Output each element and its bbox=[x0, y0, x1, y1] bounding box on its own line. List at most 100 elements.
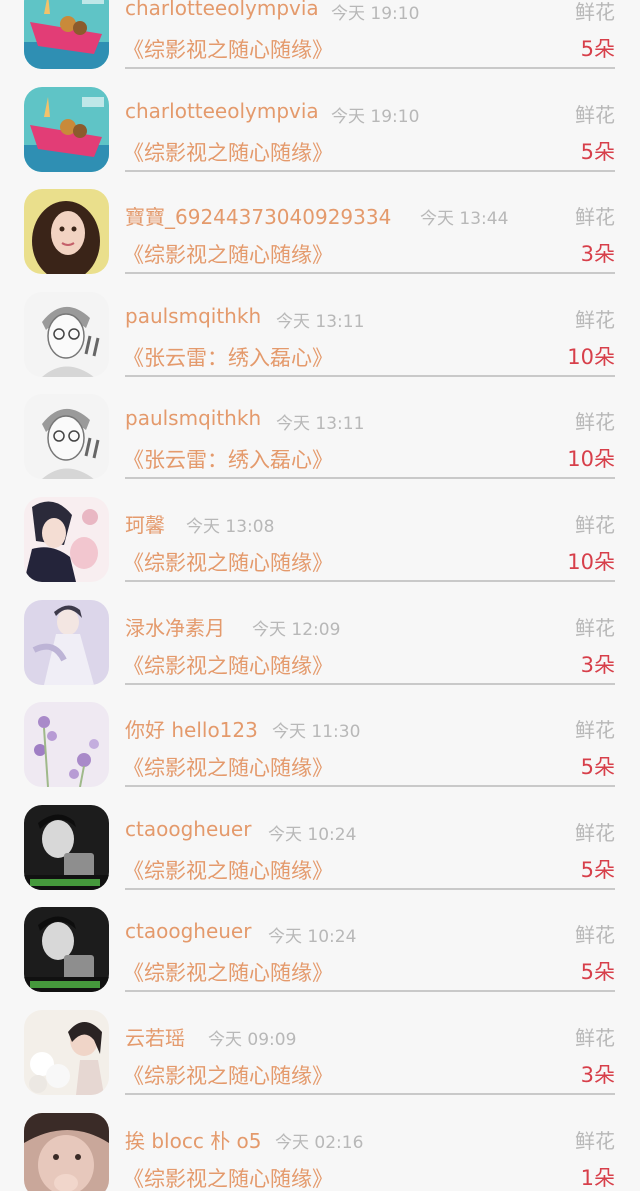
gift-type: 鲜花 bbox=[575, 102, 615, 127]
book-title-link[interactable]: 《综影视之随心随缘》 bbox=[123, 957, 333, 987]
avatar[interactable] bbox=[24, 702, 109, 787]
book-title-link[interactable]: 《综影视之随心随缘》 bbox=[123, 855, 333, 885]
book-title-link[interactable]: 《综影视之随心随缘》 bbox=[123, 650, 333, 680]
book-title-link[interactable]: 《综影视之随心随缘》 bbox=[123, 752, 333, 782]
user-name[interactable]: 云若瑶 bbox=[125, 1022, 185, 1051]
gift-count: 3朵 bbox=[580, 652, 615, 677]
flowers-woman-icon bbox=[24, 1010, 109, 1095]
bw-photo-icon bbox=[24, 805, 109, 890]
timestamp: 今天 19:10 bbox=[331, 4, 420, 24]
timestamp: 今天 13:44 bbox=[420, 209, 509, 230]
avatar[interactable] bbox=[24, 292, 109, 377]
avatar[interactable] bbox=[24, 805, 109, 890]
user-name[interactable]: 寶寶_69244373040929334 bbox=[125, 201, 391, 230]
lavender-icon bbox=[24, 702, 109, 787]
list-item[interactable]: paulsmqithkh 今天 13:11 鲜花 《张云雷：绣入磊心》 10朵 bbox=[0, 394, 640, 496]
timestamp: 今天 13:08 bbox=[186, 517, 275, 537]
divider bbox=[125, 1093, 615, 1095]
gift-type: 鲜花 bbox=[575, 307, 615, 332]
divider bbox=[125, 580, 615, 582]
timestamp: 今天 10:24 bbox=[268, 824, 357, 845]
divider bbox=[125, 169, 615, 172]
divider bbox=[125, 272, 615, 275]
book-title-link[interactable]: 《张云雷：绣入磊心》 bbox=[123, 342, 333, 372]
user-name[interactable]: 渌水净素月 bbox=[125, 612, 225, 641]
timestamp: 今天 10:24 bbox=[268, 927, 357, 948]
list-item[interactable]: 珂馨 今天 13:08 鲜花 《综影视之随心随缘》 10朵 bbox=[0, 497, 640, 599]
gift-type: 鲜花 bbox=[575, 820, 615, 845]
pink-boat-icon bbox=[24, 0, 109, 69]
list-item[interactable]: paulsmqithkh 今天 13:11 鲜花《张云雷：绣入磊心》 10朵 bbox=[0, 292, 640, 394]
book-title-link[interactable]: 《综影视之随心随缘》 bbox=[123, 1163, 333, 1191]
avatar[interactable] bbox=[24, 1010, 109, 1095]
avatar[interactable] bbox=[24, 189, 109, 274]
user-name[interactable]: paulsmqithkh bbox=[125, 406, 261, 430]
avatar[interactable] bbox=[24, 87, 109, 172]
gift-type: 鲜花 bbox=[575, 615, 615, 640]
gift-type: 鲜花 bbox=[575, 1026, 615, 1050]
timestamp: 今天 09:09 bbox=[208, 1030, 297, 1050]
gift-count: 5朵 bbox=[580, 139, 615, 164]
user-name[interactable]: 珂馨 bbox=[125, 509, 165, 538]
selfie-icon bbox=[24, 1113, 109, 1191]
timestamp: 今天 11:30 bbox=[272, 722, 361, 743]
user-name[interactable]: paulsmqithkh bbox=[125, 304, 261, 328]
user-name[interactable]: 你好 hello123 bbox=[125, 714, 258, 743]
sketch-boy-icon bbox=[24, 292, 109, 377]
timestamp: 今天 13:11 bbox=[276, 414, 365, 435]
gift-count: 10朵 bbox=[567, 344, 615, 369]
book-title-link[interactable]: 《综影视之随心随缘》 bbox=[123, 34, 333, 64]
gift-type: 鲜花 bbox=[575, 410, 615, 435]
user-name[interactable]: ctaoogheuer bbox=[125, 919, 251, 943]
gift-record-list: charlotteeolympvia 今天 19:10 鲜花 《综影视之随心随缘》 5朵… bbox=[0, 0, 640, 1191]
gift-type: 鲜花 bbox=[575, 0, 615, 24]
book-title-link[interactable]: 《张云雷：绣入磊心》 bbox=[123, 444, 333, 474]
avatar[interactable] bbox=[24, 394, 109, 479]
avatar[interactable] bbox=[24, 497, 109, 582]
timestamp: 今天 12:09 bbox=[252, 619, 341, 640]
gift-count: 5朵 bbox=[580, 960, 615, 985]
gift-count: 3朵 bbox=[580, 242, 615, 267]
gift-count: 3朵 bbox=[580, 1063, 615, 1087]
list-item[interactable]: 云若瑶 今天 09:09 鲜花《综影视之随心随缘》 3朵 bbox=[0, 1010, 640, 1112]
avatar[interactable] bbox=[24, 0, 109, 69]
divider bbox=[125, 477, 615, 480]
divider bbox=[125, 374, 615, 377]
book-title-link[interactable]: 《综影视之随心随缘》 bbox=[123, 137, 333, 167]
list-item[interactable]: 寶寶_69244373040929334 今天 13:44 鲜花《综影视之随心随缘》… bbox=[0, 189, 640, 291]
list-item[interactable]: 渌水净素月 今天 12:09 鲜花《综影视之随心随缘》 3朵 bbox=[0, 600, 640, 702]
anime-couple-icon bbox=[24, 497, 109, 582]
book-title-link[interactable]: 《综影视之随心随缘》 bbox=[123, 1060, 333, 1090]
divider bbox=[125, 682, 615, 685]
user-name[interactable]: 挨 blocc 朴 o5 bbox=[125, 1125, 262, 1154]
book-title-link[interactable]: 《综影视之随心随缘》 bbox=[123, 547, 333, 577]
woman-portrait-icon bbox=[24, 189, 109, 274]
user-name[interactable]: ctaoogheuer bbox=[125, 817, 251, 841]
gift-count: 5朵 bbox=[580, 857, 615, 882]
list-item[interactable]: 你好 hello123 今天 11:30 鲜花 《综影视之随心随缘》 5朵 bbox=[0, 702, 640, 804]
timestamp: 今天 02:16 bbox=[275, 1132, 364, 1153]
list-item[interactable]: 挨 blocc 朴 o5 今天 02:16 鲜花 《综影视之随心随缘》 1朵 bbox=[0, 1113, 640, 1191]
pink-boat-icon bbox=[24, 87, 109, 172]
timestamp: 今天 13:11 bbox=[276, 311, 365, 332]
gift-count: 5朵 bbox=[580, 755, 615, 780]
timestamp: 今天 19:10 bbox=[331, 106, 420, 127]
book-title-link[interactable]: 《综影视之随心随缘》 bbox=[123, 239, 333, 269]
divider bbox=[125, 887, 615, 890]
avatar[interactable] bbox=[24, 1113, 109, 1191]
divider bbox=[125, 785, 615, 788]
list-item[interactable]: ctaoogheuer 今天 10:24 鲜花《综影视之随心随缘》 5朵 bbox=[0, 907, 640, 1009]
list-item[interactable]: charlotteeolympvia 今天 19:10 鲜花 《综影视之随心随缘》 5朵 bbox=[0, 0, 640, 86]
user-name[interactable]: charlotteeolympvia bbox=[125, 0, 319, 20]
sketch-boy-icon bbox=[24, 394, 109, 479]
list-item[interactable]: charlotteeolympvia 今天 19:10 鲜花《综影视之随心随缘》 5朵 bbox=[0, 87, 640, 189]
list-item[interactable]: ctaoogheuer 今天 10:24 鲜花《综影视之随心随缘》 5朵 bbox=[0, 805, 640, 907]
user-name[interactable]: charlotteeolympvia bbox=[125, 99, 319, 123]
gift-type: 鲜花 bbox=[575, 1128, 615, 1153]
gift-type: 鲜花 bbox=[575, 923, 615, 948]
avatar[interactable] bbox=[24, 600, 109, 685]
gift-type: 鲜花 bbox=[575, 513, 615, 537]
ancient-figure-icon bbox=[24, 600, 109, 685]
gift-type: 鲜花 bbox=[575, 205, 615, 230]
avatar[interactable] bbox=[24, 907, 109, 992]
